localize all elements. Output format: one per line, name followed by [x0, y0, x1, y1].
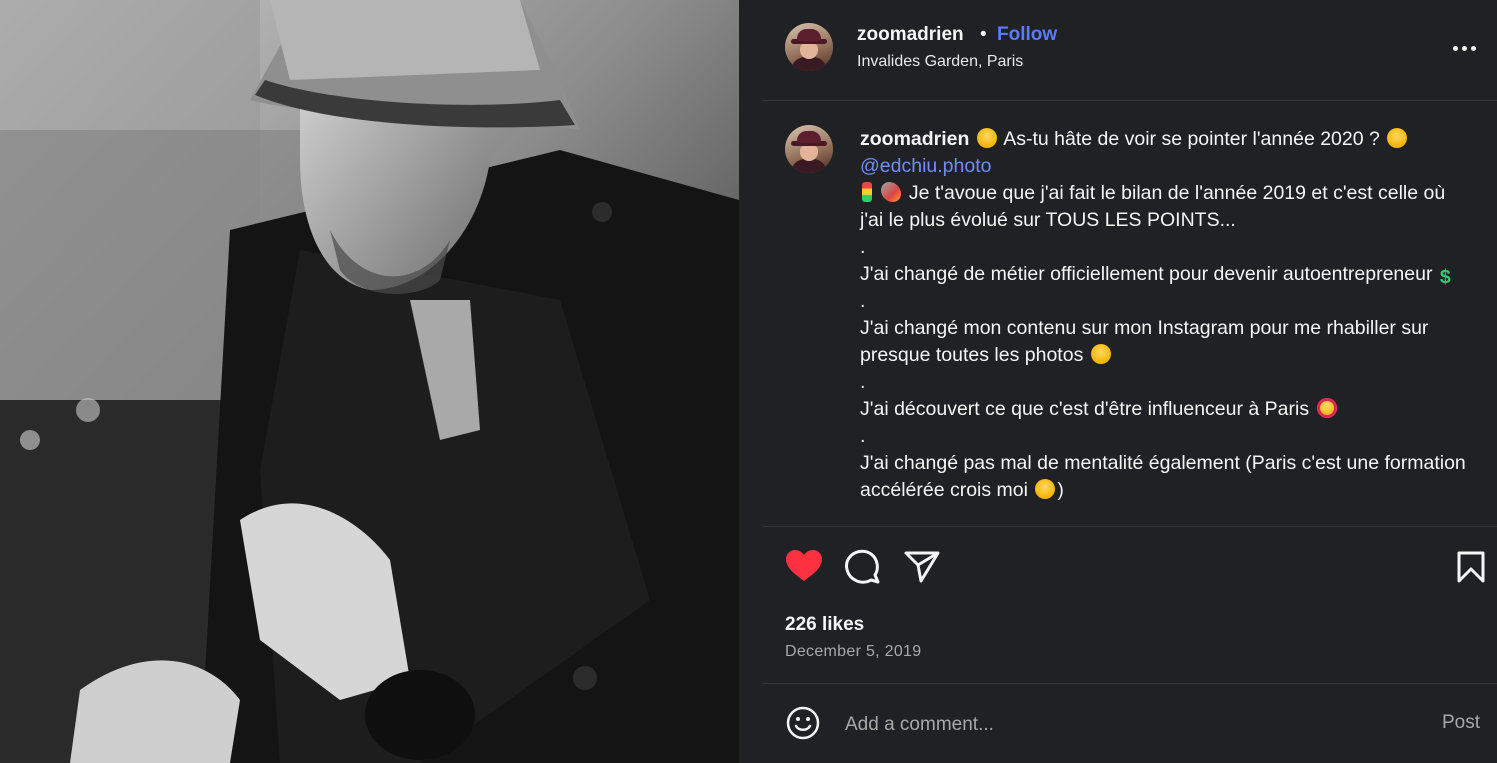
comment-icon[interactable] — [845, 549, 881, 585]
dollar-sign-emoji-icon: $ — [1439, 266, 1451, 288]
post-photo[interactable] — [0, 0, 739, 763]
heart-filled-icon[interactable] — [785, 549, 823, 583]
star-struck-emoji-icon — [1316, 398, 1337, 418]
yum-face-emoji-icon — [1035, 479, 1056, 499]
post-comment-button[interactable]: Post — [1442, 712, 1480, 734]
caption-line: . — [860, 290, 866, 312]
caption-text: zoomadrien As-tu hâte de voir se pointer… — [860, 126, 1470, 504]
grinning-sweat-emoji-icon — [1090, 344, 1111, 364]
bookmark-icon[interactable] — [1457, 551, 1485, 583]
caption-intro: As-tu hâte de voir se pointer l'année 20… — [1003, 128, 1380, 150]
post-panel: zoomadrien • Follow Invalides Garden, Pa… — [739, 0, 1497, 763]
caption-line: J'ai découvert ce que c'est d'être influ… — [860, 396, 1470, 423]
more-options-icon[interactable] — [1453, 38, 1479, 58]
emoji-icon[interactable] — [786, 706, 820, 740]
author-avatar[interactable] — [785, 23, 833, 71]
caption-line: Je t'avoue que j'ai fait le bilan de l'a… — [860, 182, 1451, 231]
post-location[interactable]: Invalides Garden, Paris — [857, 53, 1023, 71]
caption-line: J'ai changé de métier officiellement pou… — [860, 263, 1451, 288]
photo-illustration — [0, 0, 739, 763]
likes-count[interactable]: 226 likes — [785, 614, 864, 636]
thinking-face-emoji-icon — [1387, 128, 1408, 148]
caption-mention-link[interactable]: @edchiu.photo — [860, 153, 1470, 180]
post-date[interactable]: December 5, 2019 — [785, 643, 921, 661]
author-username[interactable]: zoomadrien — [857, 24, 964, 46]
caption-avatar[interactable] — [785, 125, 833, 173]
caption-area: zoomadrien As-tu hâte de voir se pointer… — [739, 100, 1497, 526]
traffic-light-emoji-icon — [862, 182, 872, 202]
comment-bar: Post — [739, 684, 1497, 763]
action-bar — [739, 527, 1497, 607]
rocket-emoji-icon — [881, 182, 902, 202]
separator-dot: • — [980, 24, 987, 45]
caption-line: J'ai changé pas mal de mentalité égaleme… — [860, 452, 1472, 501]
caption-line: . — [860, 371, 866, 393]
caption-line: . — [860, 236, 866, 258]
woozy-face-emoji-icon — [976, 128, 997, 148]
comment-input[interactable] — [843, 708, 1407, 742]
follow-button[interactable]: Follow — [997, 24, 1057, 46]
caption-line: . — [860, 425, 866, 447]
caption-line: J'ai changé mon contenu sur mon Instagra… — [860, 317, 1434, 366]
post-header: zoomadrien • Follow Invalides Garden, Pa… — [739, 0, 1497, 100]
share-icon[interactable] — [904, 550, 940, 584]
caption-username[interactable]: zoomadrien — [860, 128, 969, 150]
